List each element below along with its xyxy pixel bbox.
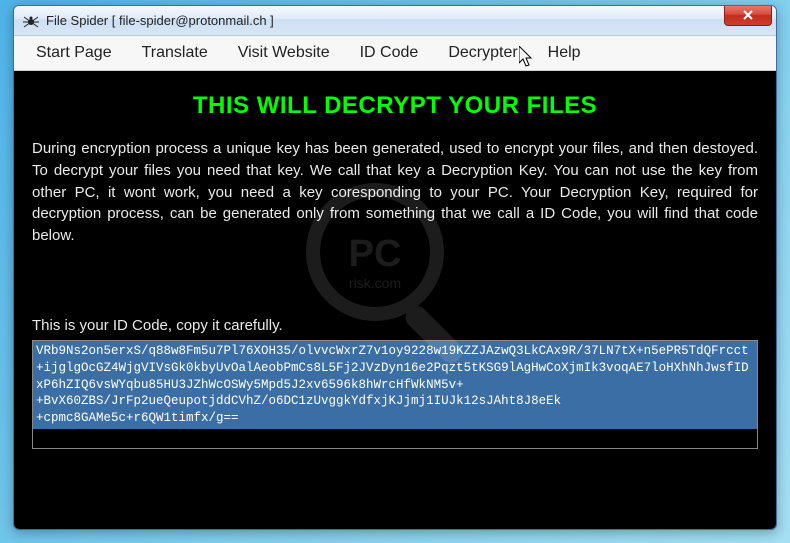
- close-button[interactable]: [724, 5, 772, 26]
- id-code-textbox-empty[interactable]: [32, 429, 758, 449]
- menu-visit-website[interactable]: Visit Website: [224, 38, 344, 68]
- content-area: THIS WILL DECRYPT YOUR FILES During encr…: [14, 71, 776, 529]
- close-icon: [742, 10, 754, 20]
- menu-help[interactable]: Help: [534, 38, 595, 68]
- id-code-textbox[interactable]: VRb9Ns2on5erxS/q88w8Fm5u7Pl76XOH35/olvvc…: [32, 340, 758, 429]
- menubar: Start Page Translate Visit Website ID Co…: [14, 36, 776, 71]
- window-title: File Spider [ file-spider@protonmail.ch …: [46, 13, 274, 28]
- description-paragraph: During encryption process a unique key h…: [32, 138, 758, 247]
- menu-translate[interactable]: Translate: [128, 38, 222, 68]
- menu-id-code[interactable]: ID Code: [346, 38, 433, 68]
- headline: THIS WILL DECRYPT YOUR FILES: [32, 92, 758, 120]
- titlebar: File Spider [ file-spider@protonmail.ch …: [14, 6, 776, 36]
- app-window: File Spider [ file-spider@protonmail.ch …: [13, 5, 777, 530]
- menu-decrypter[interactable]: Decrypter: [434, 38, 531, 68]
- spider-icon: [22, 12, 40, 30]
- menu-start-page[interactable]: Start Page: [22, 38, 126, 68]
- id-code-label: This is your ID Code, copy it carefully.: [32, 317, 758, 334]
